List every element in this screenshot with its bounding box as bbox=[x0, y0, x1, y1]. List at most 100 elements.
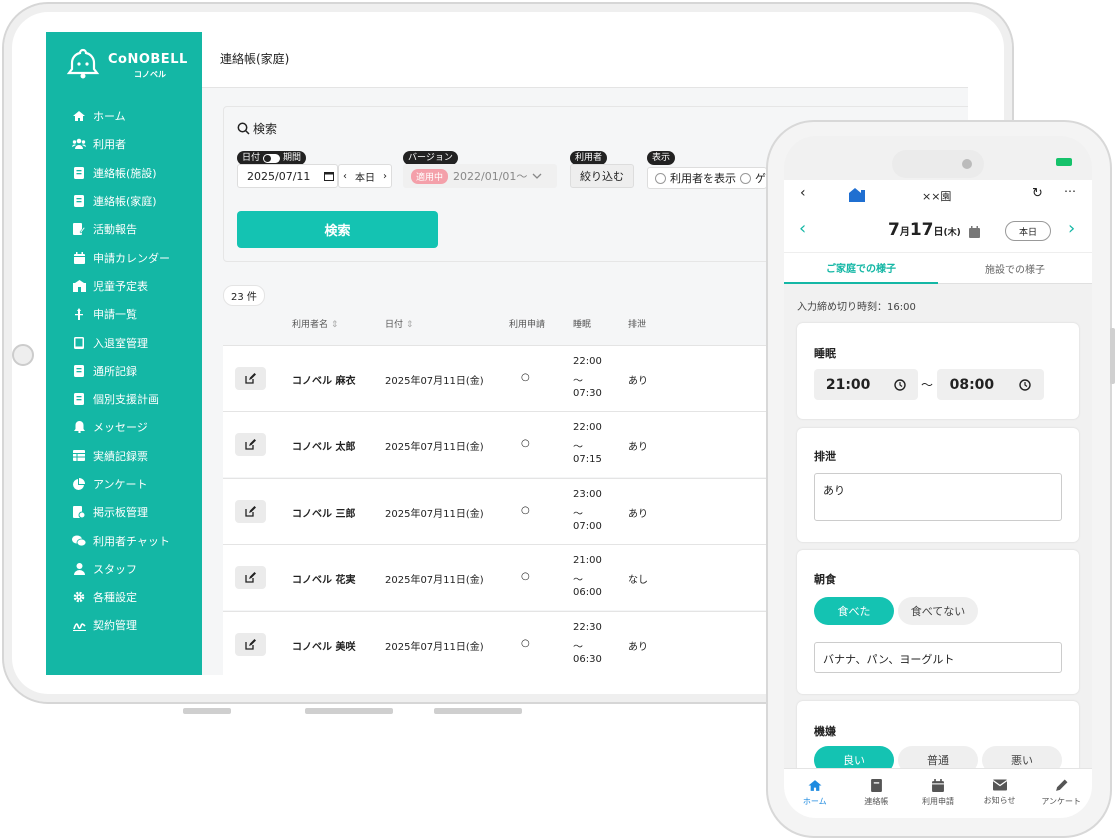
sleep-end: 07:15 bbox=[573, 454, 602, 465]
sidebar-nav: ホーム 利用者 連絡帳(施設) 連絡帳(家庭) 活動報告 申請カレンダー 児童予… bbox=[46, 102, 202, 640]
mood-title: 機嫌 bbox=[814, 725, 836, 738]
sidebar-item-application-list[interactable]: 申請一覧 bbox=[46, 300, 202, 328]
tabbar-home[interactable]: ホーム bbox=[784, 769, 846, 818]
breakfast-menu-input[interactable]: バナナ、パン、ヨーグルト bbox=[814, 642, 1062, 673]
user-name: コノベル 美咲 bbox=[292, 642, 356, 653]
sidebar-item-entry-management[interactable]: 入退室管理 bbox=[46, 328, 202, 356]
date-input[interactable]: 2025/07/11 bbox=[237, 164, 338, 188]
edit-icon bbox=[245, 373, 256, 384]
date-value: 2025/07/11 bbox=[247, 169, 311, 183]
excretion-textarea[interactable]: あり bbox=[814, 473, 1062, 521]
bell-logo-icon bbox=[66, 48, 100, 79]
sidebar-item-child-schedule[interactable]: 児童予定表 bbox=[46, 272, 202, 300]
tablet-home-button[interactable] bbox=[12, 344, 34, 366]
not-ate-button[interactable]: 食べてない bbox=[898, 597, 978, 625]
calendar-icon[interactable] bbox=[969, 226, 980, 238]
clock-icon bbox=[1019, 378, 1032, 391]
back-icon[interactable]: ‹ bbox=[800, 185, 806, 201]
sidebar-item-support-plan[interactable]: 個別支援計画 bbox=[46, 385, 202, 413]
row-date: 2025年07月11日(金) bbox=[385, 442, 484, 453]
tabbar-application[interactable]: 利用申請 bbox=[907, 769, 969, 818]
column-header-date[interactable]: 日付 ⇕ bbox=[385, 317, 413, 330]
brand-sub: コノベル bbox=[134, 70, 166, 79]
next-date-icon[interactable]: › bbox=[1068, 218, 1075, 239]
refresh-icon[interactable]: ↻ bbox=[1032, 186, 1043, 201]
narrow-button[interactable]: 絞り込む bbox=[570, 164, 634, 188]
tabbar-survey[interactable]: アンケート bbox=[1030, 769, 1092, 818]
tablet-bottom-button-2 bbox=[305, 708, 393, 714]
sidebar-item-board[interactable]: 掲示板管理 bbox=[46, 498, 202, 526]
version-select[interactable]: 適用中 2022/01/01〜 bbox=[403, 164, 557, 188]
sidebar-item-home[interactable]: ホーム bbox=[46, 102, 202, 130]
tabbar-notice[interactable]: お知らせ bbox=[969, 769, 1031, 818]
other-label: ゲ bbox=[755, 172, 766, 185]
sidebar-item-label: 入退室管理 bbox=[93, 336, 148, 350]
edit-button[interactable] bbox=[235, 566, 266, 589]
prev-day-icon[interactable]: ‹ bbox=[343, 171, 347, 182]
table-row: コノベル 太郎 2025年07月11日(金) ○ 22:00 〜 07:15 あ… bbox=[223, 411, 783, 477]
more-icon[interactable]: ⋯ bbox=[1064, 184, 1076, 198]
sidebar-item-users[interactable]: 利用者 bbox=[46, 130, 202, 158]
sleep-start: 22:30 bbox=[573, 622, 602, 633]
sidebar-item-user-chat[interactable]: 利用者チャット bbox=[46, 526, 202, 554]
sidebar-item-message[interactable]: メッセージ bbox=[46, 413, 202, 441]
column-header-name[interactable]: 利用者名 ⇕ bbox=[292, 317, 338, 330]
tablet-bottom-button-1 bbox=[183, 708, 231, 714]
prev-date-icon[interactable]: ‹ bbox=[799, 218, 806, 239]
next-day-icon[interactable]: › bbox=[383, 171, 387, 182]
tabbar-contact[interactable]: 連絡帳 bbox=[846, 769, 908, 818]
today-stepper: ‹ 本日 › bbox=[338, 164, 392, 188]
facility-name: ××園 bbox=[922, 190, 952, 203]
sleep-from-input[interactable]: 21:00 bbox=[814, 369, 918, 400]
tabbar-label: ホーム bbox=[802, 797, 827, 806]
edit-button[interactable] bbox=[235, 433, 266, 456]
bell-icon bbox=[72, 420, 86, 434]
sidebar-item-label: 通所記録 bbox=[93, 364, 137, 378]
tab-facility-view[interactable]: 施設での様子 bbox=[938, 253, 1092, 284]
current-date: 7 月 17 日 (木) bbox=[888, 220, 961, 240]
row-application: ○ bbox=[521, 571, 530, 582]
sidebar: CoNOBELL コノベル ホーム 利用者 連絡帳(施設) 連絡帳(家庭) 活動… bbox=[46, 32, 202, 675]
sidebar-item-contract[interactable]: 契約管理 bbox=[46, 611, 202, 639]
tab-home-view[interactable]: ご家庭での様子 bbox=[784, 253, 938, 284]
sleep-to-input[interactable]: 08:00 bbox=[937, 369, 1044, 400]
sidebar-item-contact-home[interactable]: 連絡帳(家庭) bbox=[46, 187, 202, 215]
date-period-toggle[interactable] bbox=[263, 153, 281, 163]
sort-icon: ⇕ bbox=[330, 320, 339, 330]
book-icon bbox=[72, 194, 86, 208]
sidebar-item-settings[interactable]: 各種設定 bbox=[46, 583, 202, 611]
edit-button[interactable] bbox=[235, 500, 266, 523]
pie-icon bbox=[72, 477, 86, 491]
sidebar-item-application-calendar[interactable]: 申請カレンダー bbox=[46, 243, 202, 271]
sleep-end: 06:00 bbox=[573, 587, 602, 598]
search-button[interactable]: 検索 bbox=[237, 211, 438, 248]
pencil-icon bbox=[1055, 779, 1068, 791]
logo[interactable]: CoNOBELL コノベル bbox=[66, 46, 187, 94]
sidebar-item-contact-facility[interactable]: 連絡帳(施設) bbox=[46, 159, 202, 187]
sidebar-item-staff[interactable]: スタッフ bbox=[46, 555, 202, 583]
phone-side-button bbox=[1110, 328, 1115, 384]
other-radio[interactable] bbox=[740, 172, 751, 184]
ate-button[interactable]: 食べた bbox=[814, 597, 894, 625]
sidebar-item-performance-record[interactable]: 実績記録票 bbox=[46, 442, 202, 470]
sleep-end: 07:00 bbox=[573, 521, 602, 532]
today-button[interactable]: 本日 bbox=[355, 169, 375, 184]
mail-icon bbox=[992, 779, 1007, 791]
today-button[interactable]: 本日 bbox=[1005, 221, 1051, 241]
row-date: 2025年07月11日(金) bbox=[385, 509, 484, 520]
excretion-title: 排泄 bbox=[814, 450, 836, 463]
sidebar-item-activity-report[interactable]: 活動報告 bbox=[46, 215, 202, 243]
sidebar-item-attendance-record[interactable]: 通所記録 bbox=[46, 357, 202, 385]
edit-button[interactable] bbox=[235, 367, 266, 390]
row-date: 2025年07月11日(金) bbox=[385, 575, 484, 586]
sleep-end: 06:30 bbox=[573, 654, 602, 665]
show-users-radio[interactable] bbox=[655, 172, 666, 184]
book-icon bbox=[72, 166, 86, 180]
sleep-title: 睡眠 bbox=[814, 347, 836, 360]
sidebar-item-survey[interactable]: アンケート bbox=[46, 470, 202, 498]
sidebar-item-label: 利用者チャット bbox=[93, 534, 170, 548]
sidebar-item-label: 活動報告 bbox=[93, 223, 137, 237]
edit-button[interactable] bbox=[235, 633, 266, 656]
version-tag: バージョン bbox=[403, 151, 458, 165]
column-header-application: 利用申請 bbox=[509, 320, 546, 330]
